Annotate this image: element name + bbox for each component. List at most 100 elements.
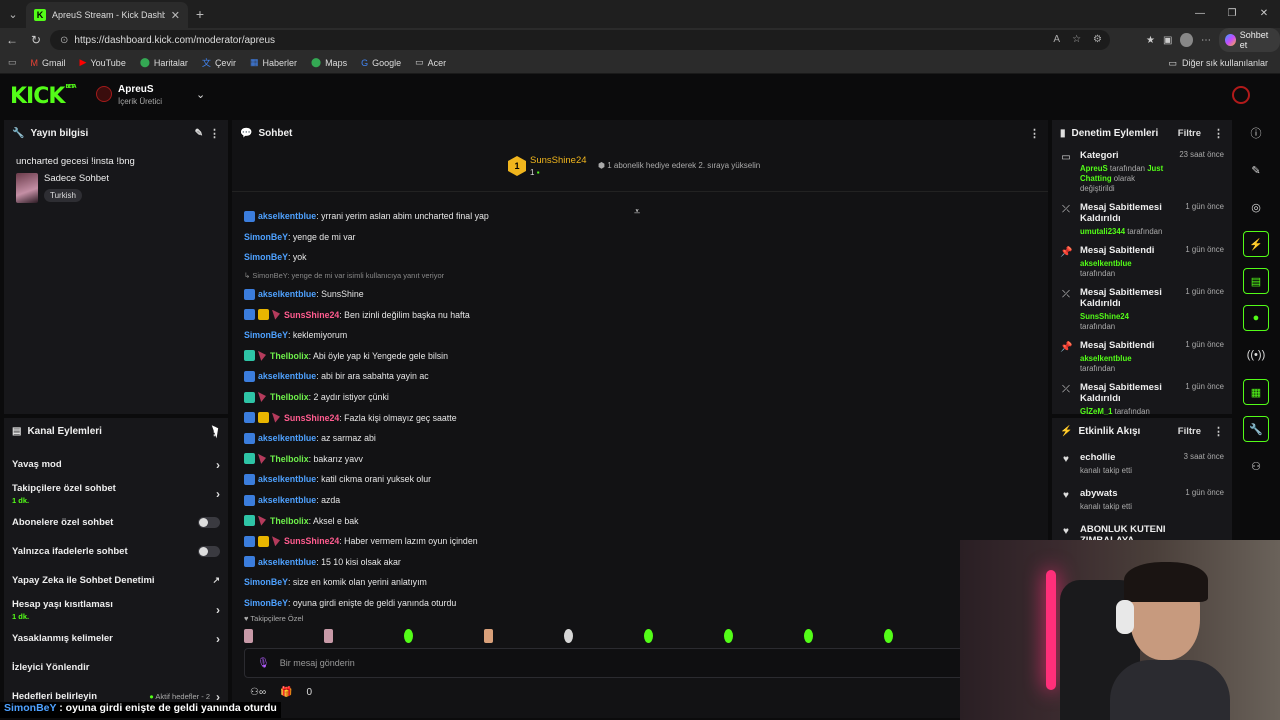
other-favorites[interactable]: ▭ Diğer sık kullanılanlar [1168, 52, 1268, 74]
account-age-row[interactable]: Hesap yaşı kısıtlaması 1 dk. › [4, 595, 228, 624]
back-icon[interactable]: ← [0, 33, 24, 47]
bookmark-maps[interactable]: ⬤ Maps [311, 57, 347, 68]
layout-icon[interactable]: ▦ [1243, 379, 1269, 405]
lightning-icon[interactable]: ⚡ [1243, 231, 1269, 257]
moderation-actor[interactable]: SunsShine24 [1080, 312, 1129, 321]
bookmark-haberler[interactable]: ▦ Haberler [250, 57, 297, 68]
chat-username[interactable]: SunsShine24 [284, 413, 339, 423]
bookmarks-tab-icon[interactable]: ▭ [8, 57, 17, 68]
emote[interactable] [324, 629, 333, 643]
focus-icon[interactable]: ◎ [1243, 194, 1269, 220]
maximize-icon[interactable]: ❐ [1216, 0, 1248, 28]
emote[interactable] [484, 629, 493, 643]
wrench-icon[interactable]: 🔧 [1243, 416, 1269, 442]
chat-username[interactable]: akselkentblue [258, 557, 316, 567]
copilot-chat-button[interactable]: Sohbet et [1219, 28, 1280, 52]
activity-username[interactable]: abywats [1080, 488, 1166, 499]
bookmark-youtube[interactable]: ▶ YouTube [80, 57, 126, 68]
more-options-icon[interactable]: ⋮ [1213, 127, 1224, 140]
more-options-icon[interactable]: ⋮ [1029, 127, 1040, 140]
emote[interactable] [724, 629, 733, 643]
bookmark-gmail[interactable]: M Gmail [31, 58, 66, 68]
address-bar[interactable]: ⊙ https://dashboard.kick.com/moderator/a… [50, 30, 1110, 50]
profile-avatar[interactable] [1180, 33, 1193, 47]
channel-name[interactable]: ApreuS [118, 84, 154, 95]
redirect-viewers-row[interactable]: İzleyici Yönlendir [4, 653, 228, 682]
filter-button[interactable]: Filtre [1178, 426, 1201, 437]
subscribers-only-toggle[interactable] [198, 517, 220, 528]
emote[interactable] [404, 629, 413, 643]
chat-username[interactable]: akselkentblue [258, 474, 316, 484]
collections-icon[interactable]: ▣ [1163, 35, 1172, 46]
more-menu-icon[interactable]: ⋯ [1201, 35, 1211, 46]
chat-icon[interactable]: ● [1243, 305, 1269, 331]
broadcast-icon[interactable]: ((•)) [1243, 342, 1269, 368]
favorites-icon[interactable]: ★ [1146, 35, 1155, 46]
banned-words-row[interactable]: Yasaklanmış kelimeler › [4, 624, 228, 653]
user-avatar[interactable] [1232, 86, 1250, 104]
chat-input[interactable]: 🎙 Bir mesaj gönderin [244, 648, 974, 678]
info-icon[interactable]: ⓘ [1243, 120, 1269, 146]
chat-username[interactable]: SimonBeY [244, 598, 288, 608]
chat-username[interactable]: SimonBeY [244, 252, 288, 262]
channel-switch-chevron-icon[interactable]: ⌄ [196, 88, 205, 101]
edit-icon[interactable]: ✎ [1243, 157, 1269, 183]
browser-tab[interactable]: K ApreuS Stream - Kick Dashboard ✕ [26, 2, 188, 28]
reload-icon[interactable]: ↻ [24, 33, 48, 47]
emote[interactable] [804, 629, 813, 643]
slow-mode-row[interactable]: Yavaş mod › [4, 450, 228, 479]
activity-username[interactable]: echollie [1080, 452, 1166, 463]
extensions-icon[interactable]: ⚙ [1093, 30, 1102, 50]
emote[interactable] [244, 629, 253, 643]
new-tab-icon[interactable]: + [188, 6, 212, 22]
bookmark-acer[interactable]: ▭ Acer [415, 57, 446, 68]
site-info-icon[interactable]: ⊙ [60, 35, 68, 46]
chat-username[interactable]: SunsShine24 [284, 310, 339, 320]
more-options-icon[interactable]: ⋮ [209, 127, 220, 140]
minimize-icon[interactable]: — [1184, 0, 1216, 28]
emote[interactable] [564, 629, 573, 643]
chat-username[interactable]: SimonBeY [244, 577, 288, 587]
chat-username[interactable]: Thelbolix [270, 454, 309, 464]
chat-username[interactable]: SunsShine24 [284, 536, 339, 546]
chat-username[interactable]: akselkentblue [258, 433, 316, 443]
chat-username[interactable]: Thelbolix [270, 516, 309, 526]
bookmark-haritalar[interactable]: ⬤ Haritalar [140, 57, 188, 68]
edit-icon[interactable]: ✎ [195, 128, 203, 139]
users-icon[interactable]: ⚇ [1243, 453, 1269, 479]
chat-username[interactable]: SimonBeY [244, 232, 288, 242]
close-tab-icon[interactable]: ✕ [171, 9, 180, 22]
moderation-actor[interactable]: umutali2344 [1080, 227, 1125, 236]
chat-username[interactable]: akselkentblue [258, 211, 316, 221]
emote[interactable] [884, 629, 893, 643]
emote[interactable] [644, 629, 653, 643]
followers-only-row[interactable]: Takipçilere özel sohbet 1 dk. › [4, 479, 228, 508]
read-aloud-icon[interactable]: A [1053, 30, 1060, 50]
microphone-icon[interactable]: 🎙 [257, 658, 270, 669]
bookmark-cevir[interactable]: 文 Çevir [202, 56, 236, 69]
document-icon[interactable]: ▤ [1243, 268, 1269, 294]
more-options-icon[interactable]: ⋮ [1213, 425, 1224, 438]
moderation-actor[interactable]: GİZeM_1 [1080, 407, 1113, 416]
gift-box-icon[interactable]: 🎁 [280, 687, 292, 698]
bookmark-google[interactable]: G Google [361, 58, 401, 68]
filter-button[interactable]: Filtre [1178, 128, 1201, 139]
favorite-star-icon[interactable]: ☆ [1072, 30, 1081, 50]
chat-username[interactable]: Thelbolix [270, 351, 309, 361]
chat-username[interactable]: SimonBeY [244, 330, 288, 340]
chat-username[interactable]: Thelbolix [270, 392, 309, 402]
chat-username[interactable]: akselkentblue [258, 289, 316, 299]
top-gifter-name[interactable]: SunsShine24 [530, 155, 587, 166]
tab-list-icon[interactable]: ⌄ [0, 0, 26, 28]
kick-logo[interactable]: KICKBETA [10, 84, 77, 109]
moderation-actor[interactable]: ApreuS [1080, 164, 1108, 173]
moderation-actor[interactable]: akselkentblue [1080, 259, 1132, 268]
chat-username[interactable]: akselkentblue [258, 495, 316, 505]
ai-moderation-row[interactable]: Yapay Zeka ile Sohbet Denetimi ↗ [4, 566, 228, 595]
chat-username[interactable]: akselkentblue [258, 371, 316, 381]
emotes-only-toggle[interactable] [198, 546, 220, 557]
users-icon[interactable]: ⚇∞ [250, 687, 266, 698]
moderation-actor[interactable]: akselkentblue [1080, 354, 1132, 363]
close-window-icon[interactable]: ✕ [1248, 0, 1280, 28]
hammer-icon [258, 392, 266, 403]
